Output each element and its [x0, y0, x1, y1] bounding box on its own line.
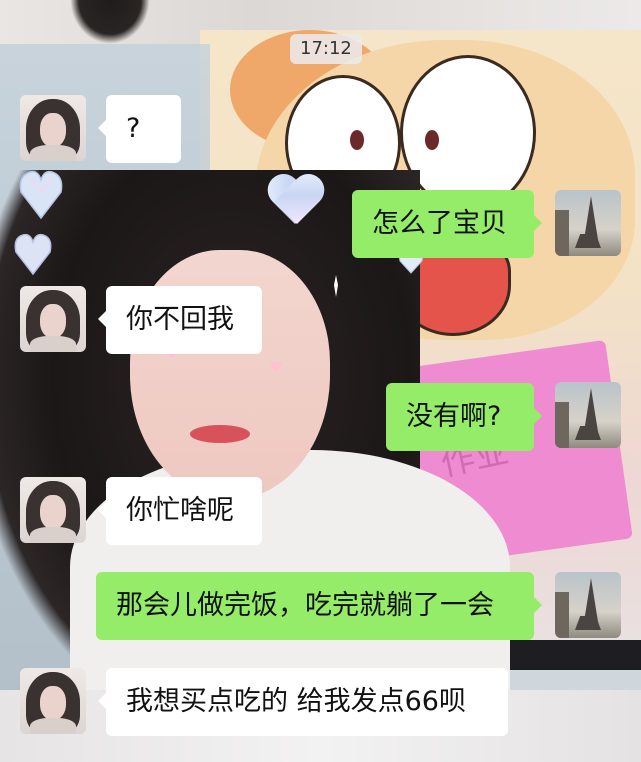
bg-cartoon-pupil-right — [425, 130, 439, 150]
sparkle-icon — [334, 275, 338, 297]
crystal-heart-sticker-icon — [265, 176, 325, 226]
avatar-face — [40, 686, 66, 720]
avatar-building — [555, 592, 569, 638]
bg-girl-lips — [190, 425, 250, 443]
avatar-building — [555, 210, 569, 256]
contact-avatar[interactable] — [20, 668, 86, 734]
outgoing-message-bubble[interactable]: 怎么了宝贝 — [352, 190, 542, 258]
outgoing-message-bubble[interactable]: 那会儿做完饭，吃完就躺了一会 — [96, 572, 542, 640]
contact-avatar[interactable] — [20, 286, 86, 352]
avatar-body — [30, 718, 76, 734]
avatar-body — [30, 527, 76, 543]
self-avatar[interactable] — [555, 190, 621, 256]
self-avatar[interactable] — [555, 382, 621, 448]
crystal-heart-icon — [19, 170, 63, 220]
chat-timestamp: 17:12 — [290, 34, 362, 64]
incoming-message-bubble[interactable]: 你不回我 — [98, 286, 262, 354]
crystal-heart-icon — [14, 233, 52, 276]
contact-avatar[interactable] — [20, 95, 86, 161]
tiny-heart-icon: ♥ — [270, 360, 283, 376]
bg-cartoon-pupil-left — [350, 130, 364, 150]
outgoing-message-bubble[interactable]: 没有啊? — [386, 383, 542, 451]
avatar-body — [30, 145, 76, 161]
avatar-building — [555, 402, 569, 448]
incoming-message-bubble[interactable]: 我想买点吃的 给我发点66呗 — [98, 668, 508, 736]
chat-background-image: 作业 — [0, 0, 641, 762]
self-avatar[interactable] — [555, 572, 621, 638]
avatar-face — [40, 113, 66, 147]
avatar-body — [30, 336, 76, 352]
incoming-message-bubble[interactable]: ? — [98, 95, 181, 163]
contact-avatar[interactable] — [20, 477, 86, 543]
avatar-face — [40, 304, 66, 338]
avatar-face — [40, 495, 66, 529]
bg-top-hair — [70, 0, 150, 44]
bg-cartoon-eye-right — [400, 55, 536, 211]
incoming-message-bubble[interactable]: 你忙啥呢 — [98, 477, 262, 545]
